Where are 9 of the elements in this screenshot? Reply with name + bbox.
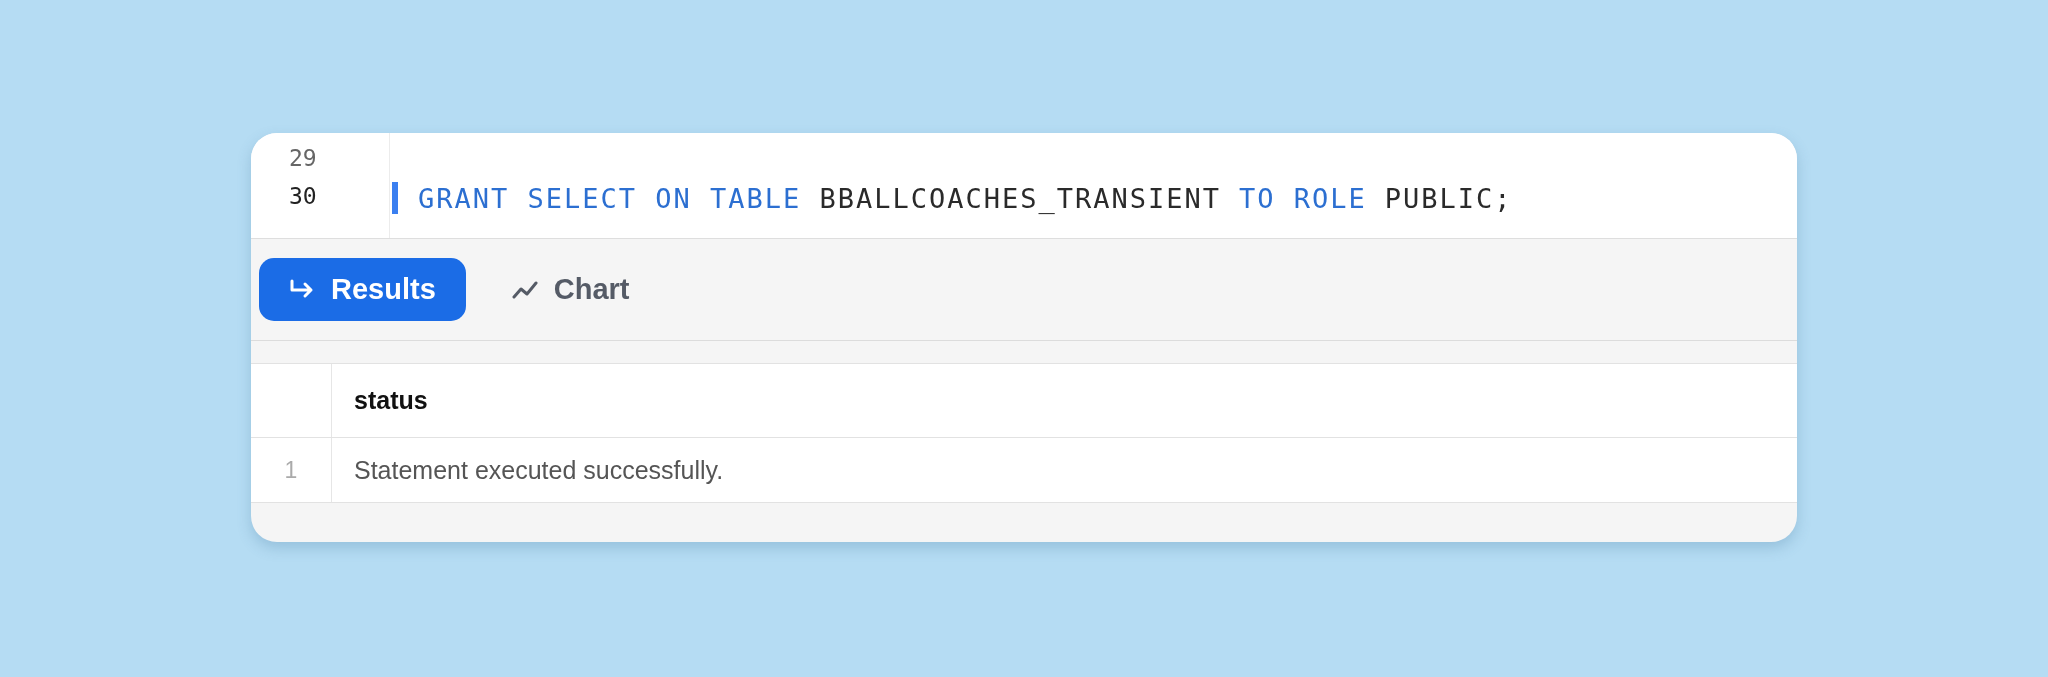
results-tab[interactable]: Chart <box>481 258 660 321</box>
row-number: 1 <box>284 456 298 484</box>
column-header: status <box>353 385 428 416</box>
table-cell-text: Statement executed successfully. <box>353 454 724 486</box>
results-tab[interactable]: Results <box>259 258 466 321</box>
line-chart-icon <box>511 279 538 300</box>
line-number: 29 <box>288 144 318 173</box>
line-number: 30 <box>288 182 318 211</box>
code-line: GRANT SELECT ON TABLE BBALLCOACHES_TRANSIENT TO ROLE PUBLIC; <box>418 182 1513 214</box>
